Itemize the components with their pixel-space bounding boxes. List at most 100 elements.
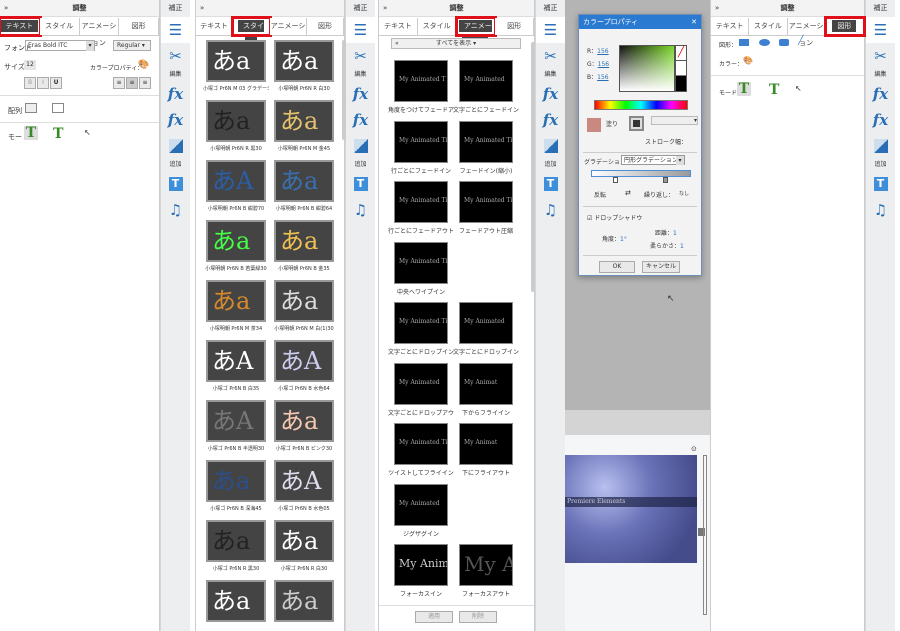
palette-icon[interactable]: 🎨	[743, 56, 753, 65]
tab-shape[interactable]: 図形	[119, 18, 159, 35]
title-icon[interactable]: T	[866, 171, 895, 197]
size-input[interactable]: 12	[24, 60, 36, 70]
fx-edit-icon[interactable]: fx	[866, 81, 895, 107]
scrollbar[interactable]	[531, 42, 535, 292]
ellipse-icon[interactable]	[759, 39, 770, 46]
tab-animation[interactable]: アニメーション	[79, 18, 120, 47]
repeat-value[interactable]: なし	[679, 190, 689, 197]
fx-icon[interactable]: fx	[866, 107, 895, 133]
delete-button[interactable]: 削除	[459, 611, 497, 623]
cursor-icon[interactable]: ↖	[795, 84, 802, 93]
vertical-text-mode-icon[interactable]: T	[769, 82, 779, 98]
italic-button[interactable]: I	[37, 77, 49, 89]
cancel-button[interactable]: キャンセル	[642, 261, 680, 273]
music-icon[interactable]: ♫	[161, 197, 190, 223]
tab-animation[interactable]: アニメーション	[270, 18, 307, 47]
music-icon[interactable]: ♫	[536, 197, 565, 223]
style-thumbnail[interactable]: あA	[206, 340, 266, 382]
style-thumbnail[interactable]: あa	[206, 580, 266, 622]
dropdown-circle-icon[interactable]: ⊙	[691, 445, 697, 453]
tab-animation[interactable]: アニメーション	[454, 16, 498, 49]
softness-field[interactable]: 柔らかさ：1	[650, 241, 684, 250]
transition-icon[interactable]	[161, 133, 190, 159]
tab-text[interactable]: テキスト	[711, 18, 750, 35]
fx-icon[interactable]: fx	[161, 107, 190, 133]
style-thumbnail[interactable]: あa	[274, 160, 334, 202]
bold-button[interactable]: B	[24, 77, 36, 89]
animation-thumbnail[interactable]: My Animat	[394, 544, 448, 586]
vertical-text-mode-icon[interactable]: T	[53, 126, 63, 142]
text-mode-icon[interactable]: T	[737, 82, 751, 96]
line-icon[interactable]: ╱	[798, 36, 803, 46]
tab-text[interactable]: テキスト	[196, 18, 233, 35]
adjust-sliders-icon[interactable]: ☰	[161, 17, 190, 43]
g-value[interactable]: 156	[598, 61, 609, 68]
stroke-select[interactable]: ▾	[651, 116, 698, 125]
stroke-color-swatch[interactable]	[629, 116, 644, 131]
expand-button[interactable]: »	[200, 0, 204, 17]
style-thumbnail[interactable]: あa	[206, 460, 266, 502]
filter-select[interactable]: «すべてを表示 ▾	[391, 38, 521, 49]
palette-icon[interactable]: 🎨	[138, 60, 149, 70]
expand-button[interactable]: »	[715, 0, 719, 17]
b-value[interactable]: 156	[597, 74, 608, 81]
style-thumbnail[interactable]: あa	[206, 520, 266, 562]
gradient-bar[interactable]	[591, 170, 691, 177]
cursor-icon[interactable]: ↖	[84, 128, 91, 137]
tab-style[interactable]: スタイル	[417, 18, 457, 35]
adjust-sliders-icon[interactable]: ☰	[346, 17, 375, 43]
style-thumbnail[interactable]: あa	[274, 400, 334, 442]
scrollbar[interactable]	[703, 455, 707, 615]
tab-style[interactable]: スタイル	[231, 16, 272, 49]
style-thumbnail[interactable]: あa	[274, 40, 334, 82]
fx-icon[interactable]: fx	[536, 107, 565, 133]
tab-shape[interactable]: 図形	[495, 18, 534, 35]
title-icon[interactable]: T	[346, 171, 375, 197]
style-thumbnail[interactable]: あA	[274, 460, 334, 502]
animation-thumbnail[interactable]: My Animated Ti	[394, 423, 448, 465]
color-picker-field[interactable]	[619, 45, 675, 92]
animation-thumbnail[interactable]: My Animated Title	[459, 120, 513, 163]
animation-thumbnail[interactable]: My Animated T	[394, 60, 448, 102]
fx-edit-icon[interactable]: fx	[161, 81, 190, 107]
align-right-icon[interactable]: ≡	[139, 77, 151, 89]
drop-shadow-checkbox[interactable]: ☑ ドロップシャドウ	[587, 213, 642, 222]
style-thumbnail[interactable]: あa	[274, 280, 334, 322]
swap-icon[interactable]: ⇄	[625, 189, 631, 197]
style-thumbnail[interactable]: あa	[274, 220, 334, 262]
tools-icon[interactable]: ✂	[866, 43, 895, 69]
style-thumbnail[interactable]: あA	[274, 340, 334, 382]
arrange-icon-1[interactable]	[25, 103, 37, 113]
animation-thumbnail[interactable]: My Animated Title	[394, 181, 448, 223]
font-select[interactable]: Eras Bold ITC ▾	[25, 40, 95, 51]
rectangle-icon[interactable]	[739, 39, 749, 46]
fx-edit-icon[interactable]: fx	[536, 81, 565, 107]
adjust-sliders-icon[interactable]: ☰	[866, 17, 895, 43]
angle-field[interactable]: 角度：1°	[602, 234, 627, 243]
animation-thumbnail[interactable]: My A	[459, 544, 513, 586]
animation-thumbnail[interactable]: My Animated Title	[394, 241, 448, 284]
r-value[interactable]: 156	[597, 48, 608, 55]
animation-thumbnail[interactable]: My Animat	[459, 362, 513, 405]
style-thumbnail[interactable]: あa	[206, 220, 266, 262]
music-icon[interactable]: ♫	[866, 197, 895, 223]
animation-thumbnail[interactable]: My Animated	[459, 60, 513, 102]
music-icon[interactable]: ♫	[346, 197, 375, 223]
arrange-icon-2[interactable]	[52, 103, 64, 113]
style-thumbnail[interactable]: あa	[274, 100, 334, 142]
title-icon[interactable]: T	[536, 171, 565, 197]
gradient-stop-2[interactable]	[663, 177, 668, 183]
fx-edit-icon[interactable]: fx	[346, 81, 375, 107]
animation-thumbnail[interactable]: My Animated	[394, 483, 448, 526]
transition-icon[interactable]	[536, 133, 565, 159]
reverse-label[interactable]: 反転	[594, 190, 606, 199]
animation-thumbnail[interactable]: My Animat	[459, 423, 513, 465]
fx-icon[interactable]: fx	[346, 107, 375, 133]
tools-icon[interactable]: ✂	[346, 43, 375, 69]
title-icon[interactable]: T	[161, 171, 190, 197]
tab-shape[interactable]: 図形	[823, 16, 867, 37]
tab-style[interactable]: スタイル	[39, 18, 80, 35]
tab-text[interactable]: テキスト	[0, 16, 42, 37]
style-thumbnail[interactable]: あA	[206, 160, 266, 202]
align-center-icon[interactable]: ≡	[126, 77, 138, 89]
